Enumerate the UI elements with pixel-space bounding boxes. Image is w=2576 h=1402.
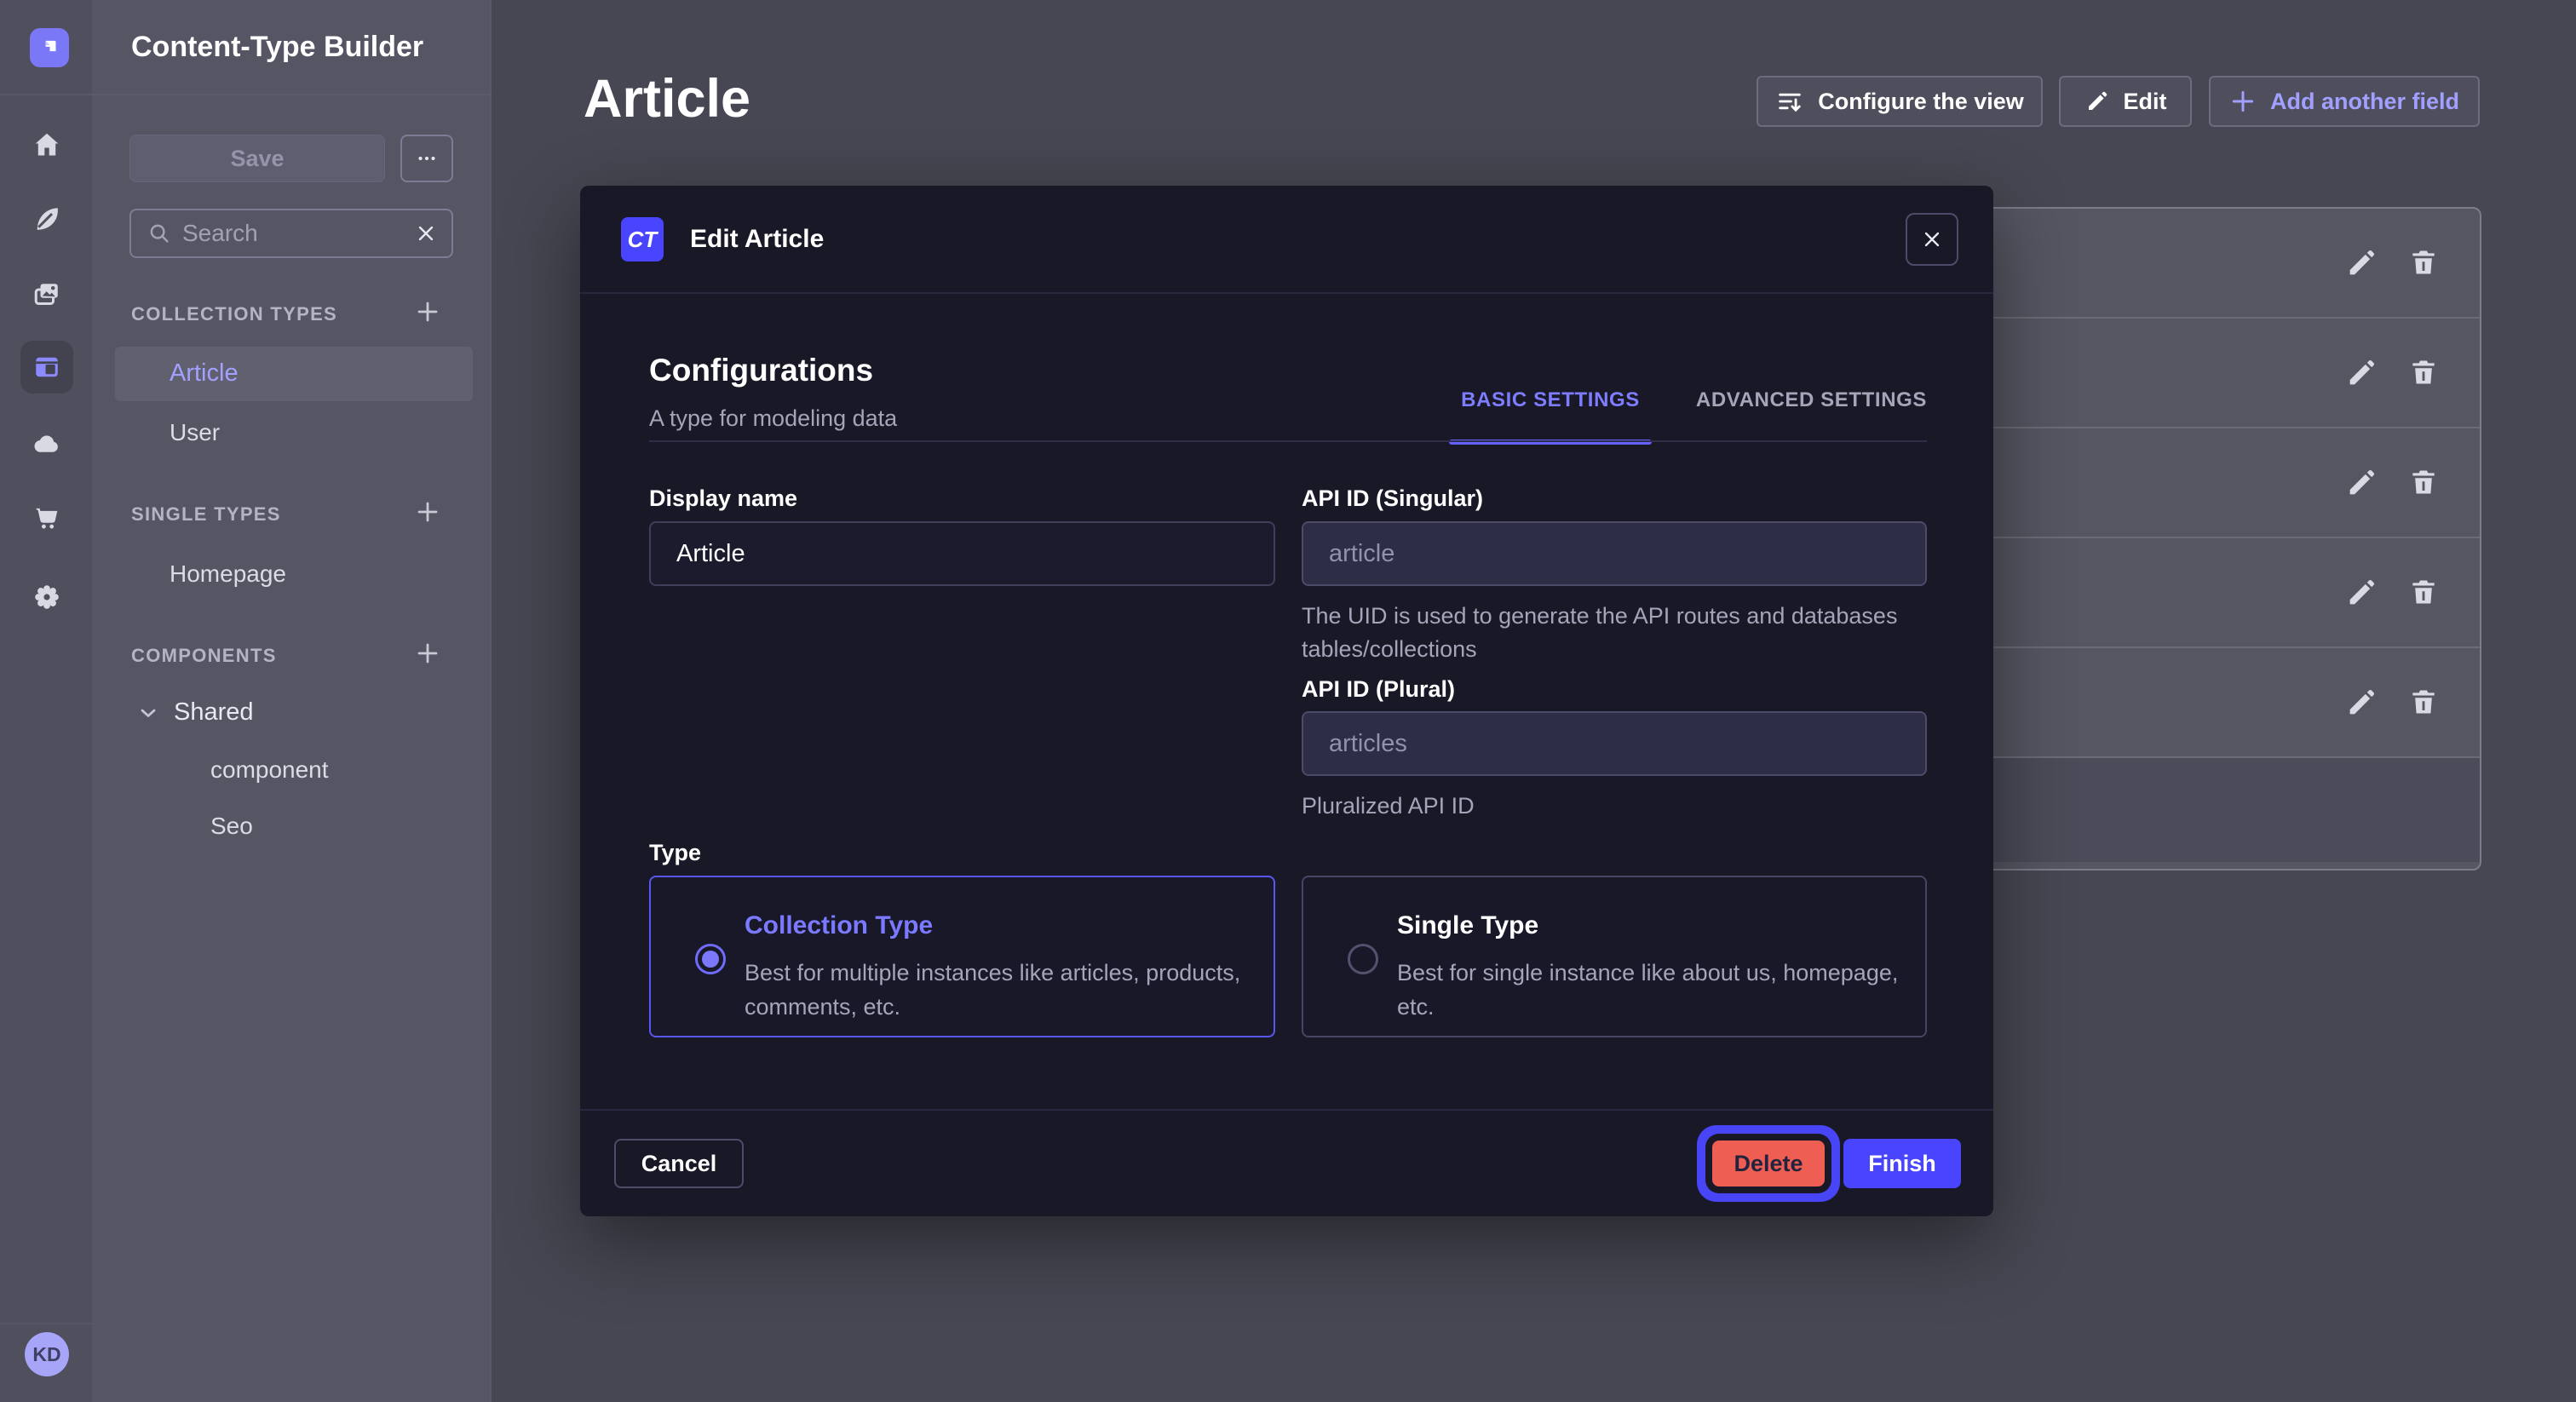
avatar[interactable]: KD [25, 1332, 69, 1376]
api-id-singular-hint: The UID is used to generate the API rout… [1302, 600, 1898, 666]
configurations-title: Configurations [649, 353, 873, 388]
media-library-icon[interactable] [32, 279, 62, 310]
clear-search-icon[interactable] [414, 221, 438, 245]
cloud-icon[interactable] [32, 428, 62, 459]
single-type-description: Best for single instance like about us, … [1397, 956, 1925, 1024]
add-another-field-button[interactable]: Add another field [2209, 76, 2480, 127]
api-id-plural-label: API ID (Plural) [1302, 676, 1455, 703]
tab-advanced-settings[interactable]: ADVANCED SETTINGS [1696, 388, 1927, 441]
tab-basic-settings[interactable]: BASIC SETTINGS [1461, 388, 1640, 441]
delete-field-trash-icon[interactable] [2407, 246, 2441, 280]
radio-selected-icon[interactable] [695, 944, 726, 974]
close-icon [1920, 227, 1944, 251]
plus-icon [2229, 88, 2257, 115]
pencil-icon [2084, 89, 2110, 114]
sidebar-item-article[interactable]: Article [115, 347, 473, 401]
radio-unselected-icon[interactable] [1348, 944, 1378, 974]
strapi-logo-icon[interactable] [30, 28, 69, 67]
modal-header: CT Edit Article [580, 186, 1993, 294]
configure-list-icon [1775, 87, 1804, 116]
modal-title: Edit Article [690, 225, 824, 254]
sidebar-item-label: Article [170, 359, 239, 388]
single-type-option[interactable]: Single Type Best for single instance lik… [1302, 876, 1927, 1037]
configurations-subtitle: A type for modeling data [649, 405, 897, 432]
add-component-button[interactable] [409, 635, 446, 672]
edit-field-pencil-icon[interactable] [2344, 246, 2378, 280]
delete-button[interactable]: Delete [1712, 1141, 1825, 1187]
display-name-input[interactable] [649, 521, 1275, 586]
edit-field-pencil-icon[interactable] [2344, 356, 2378, 390]
api-id-singular-input[interactable] [1302, 521, 1927, 586]
configure-view-button[interactable]: Configure the view [1757, 76, 2043, 127]
sidebar-item-component[interactable]: component [210, 756, 329, 784]
home-icon[interactable] [32, 129, 62, 160]
plus-icon [415, 299, 440, 325]
cancel-button[interactable]: Cancel [614, 1139, 744, 1188]
components-group-label: Shared [174, 698, 254, 727]
ellipsis-icon [414, 146, 440, 171]
delete-field-trash-icon[interactable] [2407, 466, 2441, 500]
collection-type-description: Best for multiple instances like article… [745, 956, 1273, 1024]
add-single-type-button[interactable] [409, 493, 446, 531]
search-box [129, 209, 453, 258]
delete-field-trash-icon[interactable] [2407, 686, 2441, 720]
content-type-builder-nav-active[interactable] [20, 341, 73, 394]
plus-icon [415, 641, 440, 666]
page-title: Article [584, 68, 750, 129]
delete-field-trash-icon[interactable] [2407, 576, 2441, 610]
edit-field-pencil-icon[interactable] [2344, 466, 2378, 500]
delete-field-trash-icon[interactable] [2407, 356, 2441, 390]
components-group-shared[interactable]: Shared [136, 698, 254, 727]
collection-type-option[interactable]: Collection Type Best for multiple instan… [649, 876, 1275, 1037]
close-button[interactable] [1906, 213, 1958, 266]
single-types-heading: SINGLE TYPES [131, 503, 281, 526]
save-button[interactable]: Save [129, 135, 385, 182]
sidebar-item-user[interactable]: User [170, 419, 220, 446]
single-type-title: Single Type [1397, 911, 1538, 940]
plus-icon [415, 499, 440, 525]
tabs-divider [649, 440, 1927, 442]
finish-button[interactable]: Finish [1843, 1139, 1961, 1188]
components-heading: COMPONENTS [131, 645, 277, 667]
content-type-builder-panel: Content-Type Builder Save COLLECTION TYP… [94, 0, 492, 1402]
edit-field-pencil-icon[interactable] [2344, 686, 2378, 720]
sidebar-item-seo[interactable]: Seo [210, 813, 253, 840]
api-id-plural-input[interactable] [1302, 711, 1927, 776]
chevron-down-icon [136, 701, 160, 725]
more-options-button[interactable] [400, 135, 453, 182]
footer-divider [580, 1109, 1993, 1111]
collection-types-heading: COLLECTION TYPES [131, 303, 337, 325]
sidebar-item-homepage[interactable]: Homepage [170, 560, 286, 588]
search-icon [147, 221, 172, 246]
panel-title: Content-Type Builder [131, 31, 423, 64]
type-label: Type [649, 840, 701, 866]
strip-divider [0, 1323, 94, 1324]
api-id-singular-label: API ID (Singular) [1302, 486, 1483, 512]
add-collection-type-button[interactable] [409, 293, 446, 330]
display-name-label: Display name [649, 486, 797, 512]
search-input[interactable] [172, 220, 414, 247]
collection-type-title: Collection Type [745, 911, 933, 940]
edit-article-modal: CT Edit Article Configurations A type fo… [580, 186, 1993, 1216]
header-divider [0, 94, 492, 95]
main-nav-strip: KD [0, 0, 94, 1402]
api-id-plural-hint: Pluralized API ID [1302, 790, 1475, 823]
settings-gear-icon[interactable] [32, 582, 62, 612]
edit-field-pencil-icon[interactable] [2344, 576, 2378, 610]
content-manager-icon[interactable] [32, 204, 62, 234]
settings-tabs: BASIC SETTINGS ADVANCED SETTINGS [1461, 388, 1927, 441]
content-type-badge: CT [621, 217, 664, 261]
marketplace-cart-icon[interactable] [32, 503, 62, 533]
edit-button[interactable]: Edit [2059, 76, 2192, 127]
content-type-builder-icon [32, 352, 62, 382]
